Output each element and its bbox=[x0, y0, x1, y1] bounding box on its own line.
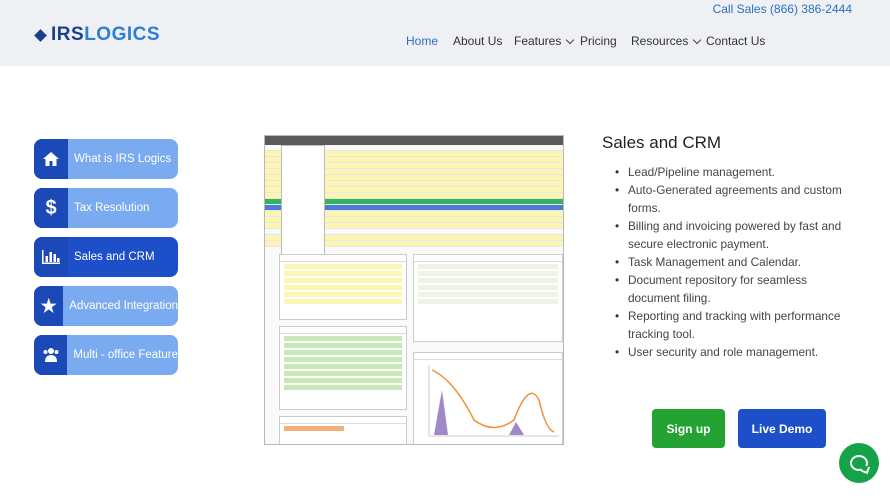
screenshot-context-menu bbox=[281, 145, 325, 265]
screenshot-line bbox=[418, 271, 558, 276]
site-header: Call Sales (866) 386-2444 IRS LOGICS Hom… bbox=[0, 0, 890, 66]
home-icon bbox=[34, 139, 68, 179]
nav-contact-us-label: Contact Us bbox=[706, 34, 766, 48]
sidebar-item-multi-office-feature[interactable]: Multi - office Feature bbox=[34, 335, 178, 375]
screenshot-line bbox=[284, 357, 402, 362]
screenshot-line bbox=[284, 278, 402, 283]
screenshot-panel-title bbox=[414, 353, 562, 360]
dollar-icon: $ bbox=[34, 188, 68, 228]
chevron-down-icon bbox=[566, 35, 575, 45]
screenshot-line bbox=[418, 299, 558, 304]
sidebar-item-advanced-integration[interactable]: ★ Advanced Integration bbox=[34, 286, 178, 326]
screenshot-panel-daily-numbers bbox=[413, 254, 563, 342]
users-icon bbox=[34, 335, 68, 375]
nav-resources-label: Resources bbox=[631, 34, 689, 48]
screenshot-panel-cases bbox=[279, 254, 407, 320]
nav-home-label: Home bbox=[406, 34, 439, 48]
screenshot-line bbox=[284, 343, 402, 348]
product-screenshot bbox=[264, 135, 564, 445]
list-item: Task Management and Calendar. bbox=[615, 253, 855, 271]
sidebar-item-label: Tax Resolution bbox=[74, 202, 150, 214]
nav-pricing-label: Pricing bbox=[580, 34, 617, 48]
live-demo-button[interactable]: Live Demo bbox=[738, 409, 826, 448]
list-item: Auto-Generated agreements and custom for… bbox=[615, 181, 855, 217]
screenshot-line bbox=[284, 271, 402, 276]
screenshot-line bbox=[418, 264, 558, 269]
page-title: Sales and CRM bbox=[602, 133, 722, 152]
screenshot-line bbox=[284, 364, 402, 369]
sidebar-item-label: Advanced Integration bbox=[69, 300, 178, 312]
nav-resources[interactable]: Resources bbox=[631, 34, 702, 48]
nav-contact-us[interactable]: Contact Us bbox=[706, 34, 765, 48]
screenshot-line bbox=[284, 426, 344, 431]
nav-features-label: Features bbox=[514, 34, 562, 48]
list-item: Billing and invoicing powered by fast an… bbox=[615, 217, 855, 253]
feature-list: Lead/Pipeline management. Auto-Generated… bbox=[615, 163, 855, 361]
list-item: Document repository for seamless documen… bbox=[615, 271, 855, 307]
screenshot-line bbox=[284, 285, 402, 290]
nav-about-us[interactable]: About Us bbox=[453, 34, 502, 48]
list-item: Reporting and tracking with performance … bbox=[615, 307, 855, 343]
chat-bubble-icon bbox=[850, 455, 868, 471]
screenshot-toolbar bbox=[265, 136, 563, 145]
main-nav: Home About Us Features Pricing Resources… bbox=[0, 34, 890, 54]
screenshot-line bbox=[284, 378, 402, 383]
screenshot-panel-gross-sales-chart bbox=[413, 352, 563, 444]
bar-chart-icon bbox=[34, 237, 68, 277]
call-sales-link[interactable]: Call Sales (866) 386-2444 bbox=[713, 2, 852, 16]
screenshot-line bbox=[418, 292, 558, 297]
sidebar-item-label: What is IRS Logics bbox=[74, 153, 172, 165]
screenshot-line bbox=[284, 292, 402, 297]
screenshot-panel-title bbox=[414, 255, 562, 262]
screenshot-panel-current-stats bbox=[279, 326, 407, 410]
chevron-down-icon bbox=[693, 35, 702, 45]
sidebar-item-label: Multi - office Feature bbox=[73, 349, 178, 361]
sidebar-item-label: Sales and CRM bbox=[74, 251, 155, 263]
screenshot-panel-title bbox=[280, 327, 406, 334]
screenshot-line bbox=[284, 299, 402, 304]
list-item: User security and role management. bbox=[615, 343, 855, 361]
screenshot-panel-title bbox=[280, 417, 406, 424]
screenshot-line bbox=[284, 385, 402, 390]
screenshot-line bbox=[284, 371, 402, 376]
screenshot-mini-chart bbox=[428, 365, 559, 437]
sidebar-item-what-is-irs-logics[interactable]: What is IRS Logics bbox=[34, 139, 178, 179]
chat-widget-button[interactable] bbox=[839, 443, 879, 483]
sign-up-button[interactable]: Sign up bbox=[652, 409, 725, 448]
sidebar-item-tax-resolution[interactable]: $ Tax Resolution bbox=[34, 188, 178, 228]
list-item: Lead/Pipeline management. bbox=[615, 163, 855, 181]
star-icon: ★ bbox=[34, 286, 64, 326]
nav-home[interactable]: Home bbox=[406, 34, 438, 48]
screenshot-panel-title bbox=[280, 255, 406, 262]
nav-about-us-label: About Us bbox=[453, 34, 503, 48]
screenshot-line bbox=[284, 350, 402, 355]
screenshot-line bbox=[284, 264, 402, 269]
sidebar-item-sales-and-crm[interactable]: Sales and CRM bbox=[34, 237, 178, 277]
nav-pricing[interactable]: Pricing bbox=[580, 34, 617, 48]
nav-features[interactable]: Features bbox=[514, 34, 575, 48]
screenshot-line bbox=[418, 278, 558, 283]
screenshot-panel-top-officers bbox=[279, 416, 407, 444]
screenshot-line bbox=[418, 285, 558, 290]
screenshot-line bbox=[284, 336, 402, 341]
